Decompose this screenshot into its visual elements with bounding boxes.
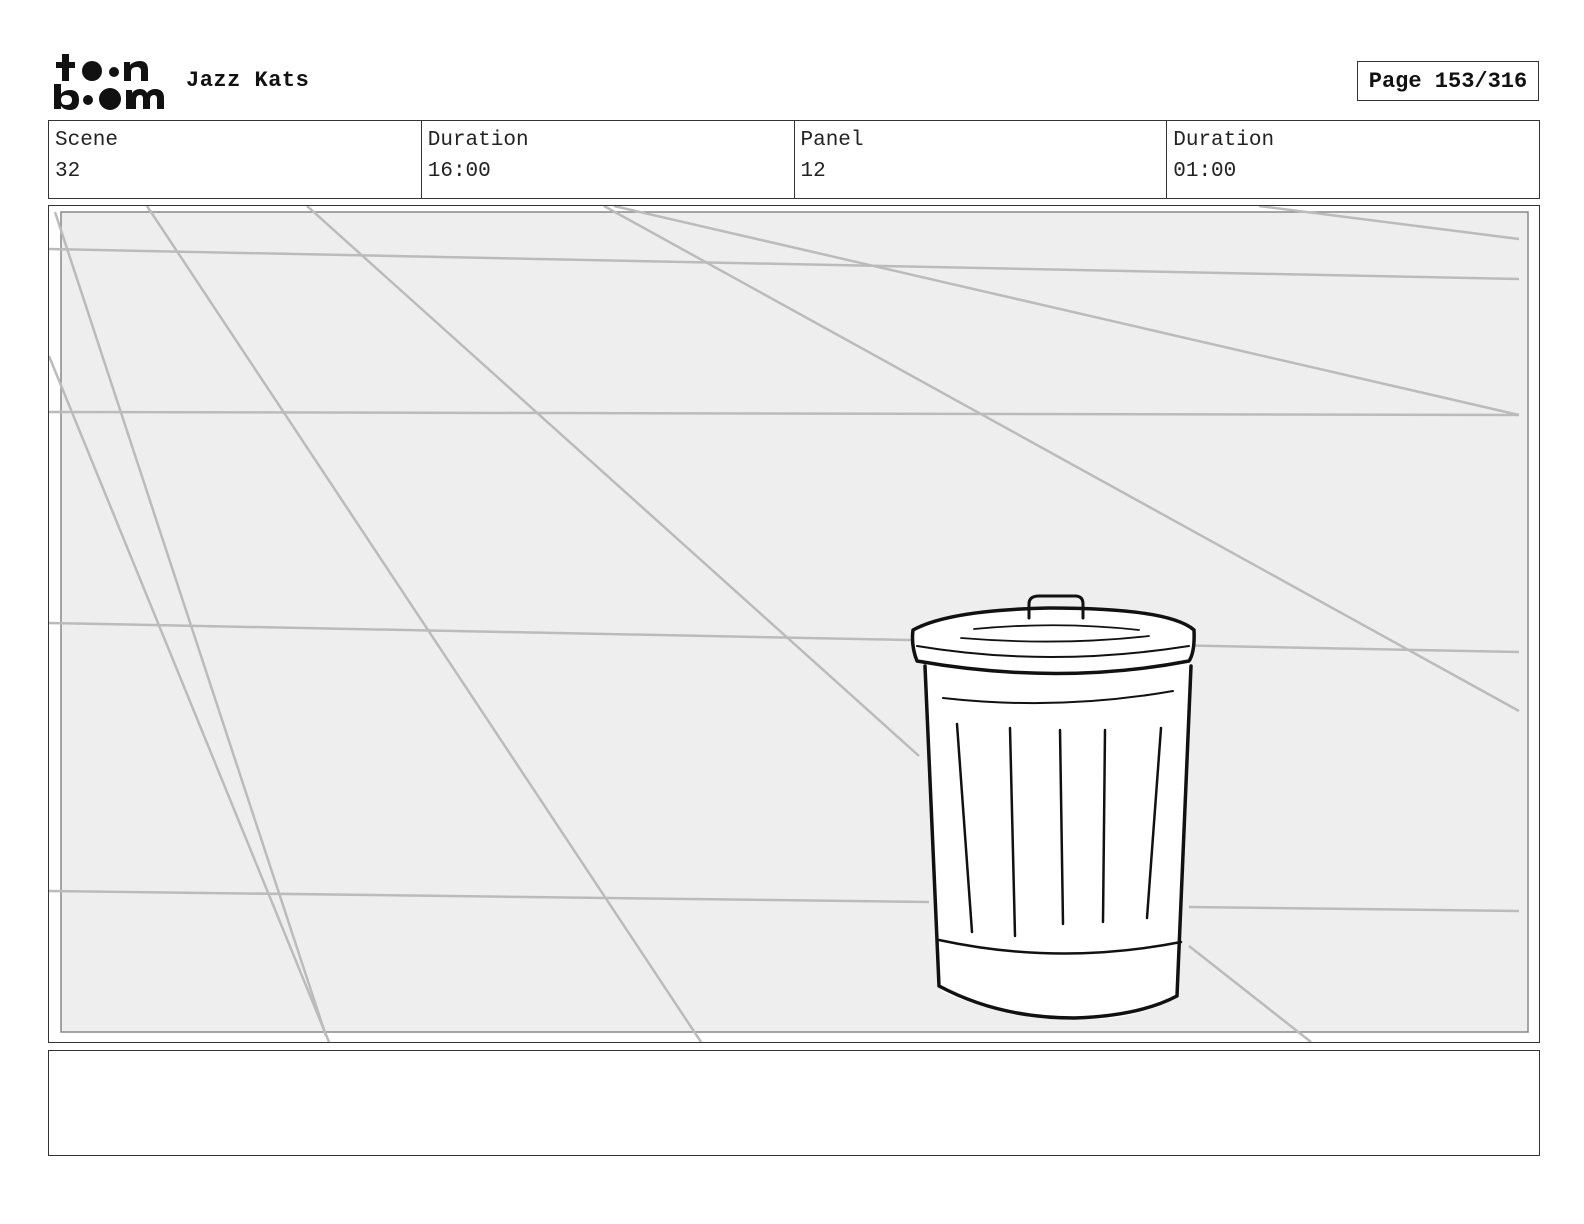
scene-cell: Scene 32	[49, 121, 422, 198]
scene-duration-label: Duration	[427, 129, 529, 152]
panel-label: Panel	[800, 129, 864, 152]
scene-value: 32	[55, 160, 81, 183]
panel-notes-box	[48, 1050, 1540, 1156]
trash-can-drawing	[910, 594, 1196, 1020]
panel-duration-cell: Duration 01:00	[1167, 121, 1539, 198]
project-title: Jazz Kats	[186, 68, 310, 93]
panel-duration-value: 01:00	[1173, 160, 1237, 183]
storyboard-panel	[48, 205, 1540, 1043]
panel-drawing	[49, 206, 1529, 1042]
toon-boom-logo	[50, 50, 166, 116]
panel-cell: Panel 12	[795, 121, 1168, 198]
panel-duration-label: Duration	[1173, 129, 1275, 152]
panel-value: 12	[800, 160, 826, 183]
scene-duration-cell: Duration 16:00	[422, 121, 795, 198]
scene-label: Scene	[55, 129, 119, 152]
page-indicator: Page 153/316	[1357, 61, 1539, 101]
toon-boom-logo-icon	[54, 54, 164, 110]
scene-info-table: Scene 32 Duration 16:00 Panel 12 Duratio…	[48, 120, 1540, 199]
scene-duration-value: 16:00	[427, 160, 491, 183]
